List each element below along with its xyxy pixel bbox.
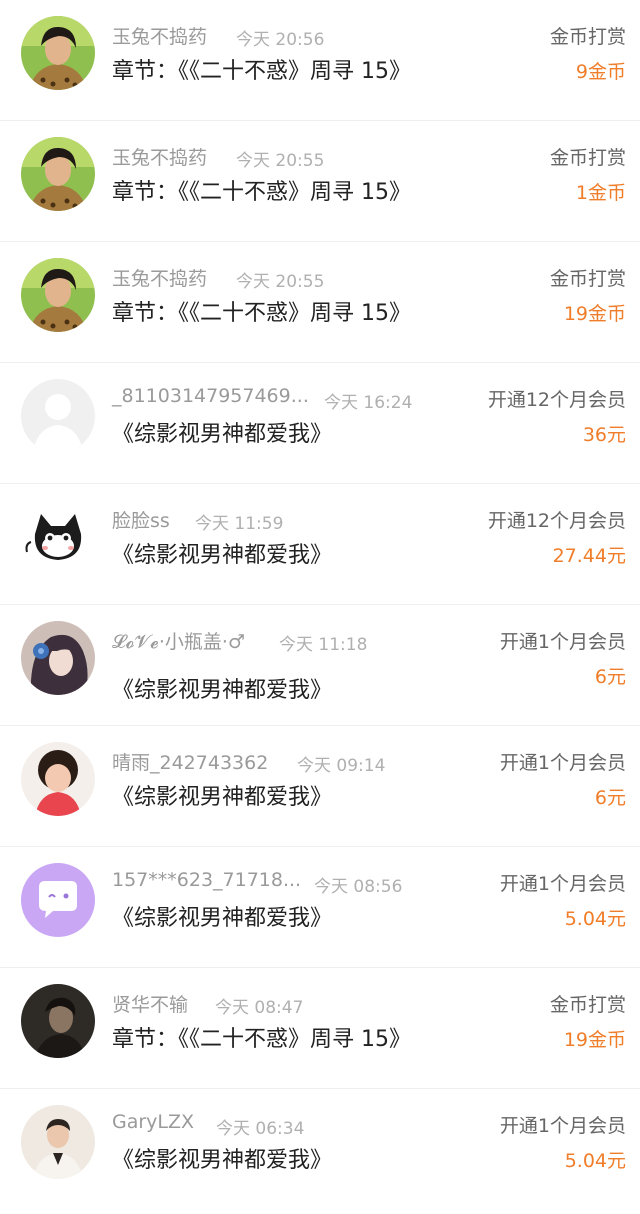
amount: 6元	[594, 787, 626, 809]
amount: 5.04元	[564, 1150, 626, 1172]
amount: 36元	[582, 424, 626, 446]
record-type: 金币打赏	[549, 994, 626, 1016]
list-item[interactable]: 玉兔不捣药 今天 20:55 章节：《《二十不惑》周寻 15》 金币打赏 1金币	[0, 121, 640, 242]
list-item[interactable]: 157***623_71718... 今天 08:56 《综影视男神都爱我》 开…	[0, 847, 640, 968]
list-item[interactable]: 贤华不输 今天 08:47 章节：《《二十不惑》周寻 15》 金币打赏 19金币	[0, 968, 640, 1089]
user-name: 贤华不输	[112, 994, 189, 1016]
list-item[interactable]: 晴雨_242743362 今天 09:14 《综影视男神都爱我》 开通1个月会员…	[0, 726, 640, 847]
avatar-anime-girl-icon	[21, 621, 95, 695]
user-name: _81103147957469...	[112, 385, 309, 407]
record-type: 开通1个月会员	[499, 752, 626, 774]
avatar-default-silhouette-icon	[21, 379, 95, 453]
record-type: 开通12个月会员	[487, 510, 626, 532]
record-type: 开通12个月会员	[487, 389, 626, 411]
avatar[interactable]	[21, 742, 95, 816]
record-title: 《综影视男神都爱我》	[112, 906, 333, 931]
user-name: 晴雨_242743362	[112, 752, 269, 774]
avatar-chat-bubble-icon	[21, 863, 95, 937]
timestamp: 今天 08:56	[314, 877, 403, 897]
avatar-photo-man-leopard-icon	[21, 258, 95, 332]
record-title: 章节：《《二十不惑》周寻 15》	[112, 1027, 411, 1052]
avatar-photo-man-suit-icon	[21, 1105, 95, 1179]
record-title: 《综影视男神都爱我》	[112, 543, 333, 568]
timestamp: 今天 09:14	[297, 756, 386, 776]
avatar[interactable]	[21, 258, 95, 332]
amount: 5.04元	[564, 908, 626, 930]
timestamp: 今天 11:59	[195, 514, 284, 534]
user-name: 脸脸ss	[112, 510, 170, 532]
avatar[interactable]	[21, 863, 95, 937]
avatar[interactable]	[21, 984, 95, 1058]
record-title: 《综影视男神都爱我》	[112, 678, 333, 703]
list-item[interactable]: GaryLZX 今天 06:34 《综影视男神都爱我》 开通1个月会员 5.04…	[0, 1089, 640, 1210]
timestamp: 今天 16:24	[324, 393, 413, 413]
record-title: 《综影视男神都爱我》	[112, 422, 333, 447]
list-item[interactable]: 玉兔不捣药 今天 20:56 章节：《《二十不惑》周寻 15》 金币打赏 9金币	[0, 0, 640, 121]
avatar-photo-little-girl-icon	[21, 742, 95, 816]
avatar[interactable]	[21, 16, 95, 90]
record-title: 章节：《《二十不惑》周寻 15》	[112, 301, 411, 326]
amount: 19金币	[563, 303, 626, 325]
avatar[interactable]	[21, 500, 95, 574]
list-item[interactable]: 𝓛𝓸𝓥𝓮·小瓶盖·♂ 今天 11:18 《综影视男神都爱我》 开通1个月会员 6…	[0, 605, 640, 726]
amount: 19金币	[563, 1029, 626, 1051]
record-title: 《综影视男神都爱我》	[112, 1148, 333, 1173]
timestamp: 今天 06:34	[216, 1119, 305, 1139]
list-item[interactable]: 玉兔不捣药 今天 20:55 章节：《《二十不惑》周寻 15》 金币打赏 19金…	[0, 242, 640, 363]
amount: 9金币	[575, 61, 626, 83]
amount: 6元	[594, 666, 626, 688]
user-name: 玉兔不捣药	[112, 268, 208, 290]
timestamp: 今天 08:47	[215, 998, 304, 1018]
avatar-cartoon-cat-icon	[21, 500, 95, 574]
avatar[interactable]	[21, 1105, 95, 1179]
record-type: 开通1个月会员	[499, 873, 626, 895]
timestamp: 今天 20:55	[236, 272, 325, 292]
record-type: 金币打赏	[549, 26, 626, 48]
record-title: 章节：《《二十不惑》周寻 15》	[112, 59, 411, 84]
avatar[interactable]	[21, 621, 95, 695]
avatar[interactable]	[21, 379, 95, 453]
record-type: 开通1个月会员	[499, 631, 626, 653]
user-name: 𝓛𝓸𝓥𝓮·小瓶盖·♂	[112, 631, 245, 653]
user-name: 157***623_71718...	[112, 869, 302, 891]
amount: 27.44元	[552, 545, 626, 567]
avatar-photo-dark-portrait-icon	[21, 984, 95, 1058]
timestamp: 今天 11:18	[279, 635, 368, 655]
amount: 1金币	[575, 182, 626, 204]
record-title: 《综影视男神都爱我》	[112, 785, 333, 810]
record-type: 金币打赏	[549, 268, 626, 290]
avatar-photo-man-leopard-icon	[21, 16, 95, 90]
record-type: 开通1个月会员	[499, 1115, 626, 1137]
user-name: 玉兔不捣药	[112, 26, 208, 48]
record-title: 章节：《《二十不惑》周寻 15》	[112, 180, 411, 205]
list-item[interactable]: _81103147957469... 今天 16:24 《综影视男神都爱我》 开…	[0, 363, 640, 484]
avatar[interactable]	[21, 137, 95, 211]
user-name: 玉兔不捣药	[112, 147, 208, 169]
timestamp: 今天 20:56	[236, 30, 325, 50]
records-list: 玉兔不捣药 今天 20:56 章节：《《二十不惑》周寻 15》 金币打赏 9金币…	[0, 0, 640, 1214]
timestamp: 今天 20:55	[236, 151, 325, 171]
user-name: GaryLZX	[112, 1111, 195, 1133]
list-item[interactable]: 脸脸ss 今天 11:59 《综影视男神都爱我》 开通12个月会员 27.44元	[0, 484, 640, 605]
record-type: 金币打赏	[549, 147, 626, 169]
avatar-photo-man-leopard-icon	[21, 137, 95, 211]
